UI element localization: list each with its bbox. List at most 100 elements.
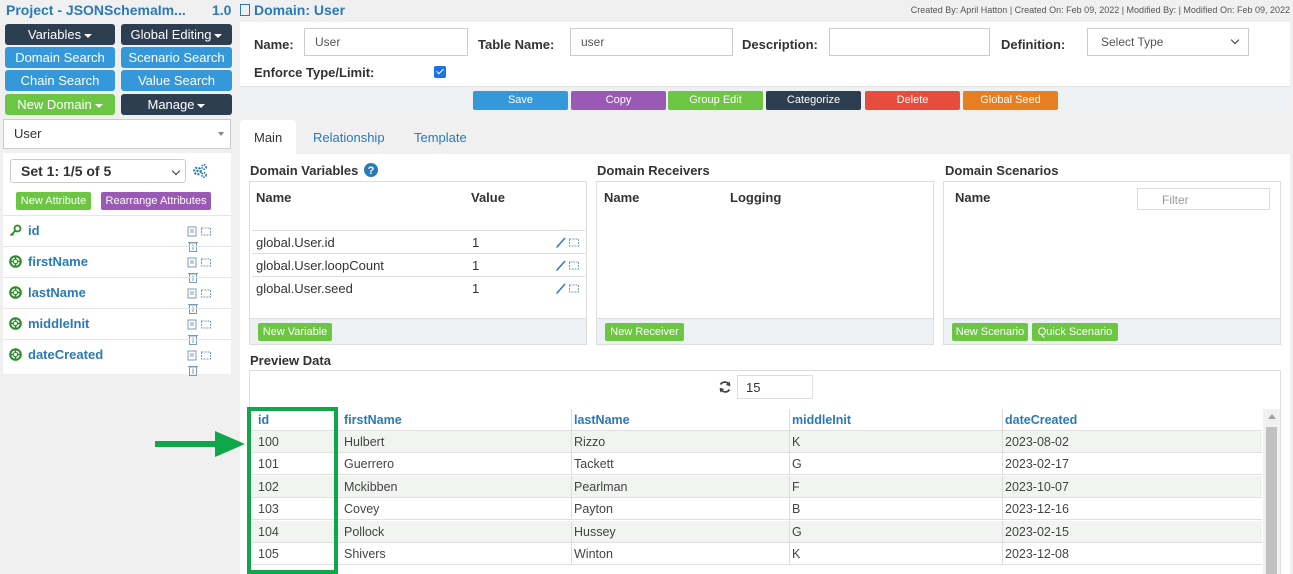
cogs-icon[interactable] [191, 162, 209, 180]
variable-row[interactable]: global.User.loopCount 1 [252, 253, 585, 276]
attribute-name[interactable]: lastName [28, 285, 86, 300]
new-variable-button[interactable]: New Variable [258, 323, 332, 341]
move-icon[interactable] [568, 259, 580, 271]
row-count-input[interactable]: 15 [737, 375, 813, 399]
attribute-name[interactable]: middleInit [28, 316, 89, 331]
set-select[interactable]: Set 1: 1/5 of 5 [10, 159, 186, 183]
scenario-filter-input[interactable]: Filter [1137, 188, 1270, 210]
move-icon[interactable] [568, 282, 580, 294]
attribute-row[interactable]: firstName [3, 246, 231, 283]
move-icon[interactable] [200, 225, 212, 237]
variables-button[interactable]: Variables [5, 24, 115, 45]
grid-row[interactable]: 103 Covey Payton B 2023-12-16 [250, 498, 1262, 521]
delete-button[interactable]: Delete [865, 91, 960, 110]
definition-select[interactable]: Select Type [1087, 28, 1249, 56]
attribute-row[interactable]: dateCreated [3, 339, 231, 376]
variable-name: global.User.loopCount [256, 258, 384, 273]
grid-column-separator [1002, 498, 1003, 521]
grid-cell-middleInit: K [792, 547, 801, 561]
copy-button[interactable]: Copy [571, 91, 666, 110]
rearrange-attributes-button[interactable]: Rearrange Attributes [101, 192, 211, 210]
pencil-icon[interactable] [555, 282, 567, 294]
grid-header-lastName[interactable]: lastName [574, 413, 630, 427]
new-scenario-button[interactable]: New Scenario [952, 323, 1028, 341]
variable-tools [555, 259, 583, 271]
scroll-up-arrow-icon[interactable] [1268, 414, 1276, 419]
grid-cell-dateCreated: 2023-12-16 [1005, 502, 1069, 517]
tab-template[interactable]: Template [400, 120, 481, 154]
grid-column-separator [1002, 520, 1003, 543]
value-search-button[interactable]: Value Search [121, 70, 232, 91]
grid-cell-firstName: Mckibben [344, 479, 398, 494]
move-icon[interactable] [200, 318, 212, 330]
grid-header-firstName[interactable]: firstName [344, 413, 402, 427]
grid-cell-middleInit: K [792, 435, 801, 449]
new-attribute-button[interactable]: New Attribute [16, 192, 91, 210]
grid-row[interactable]: 100 Hulbert Rizzo K 2023-08-02 [250, 431, 1262, 453]
enforce-checkbox[interactable] [434, 66, 446, 78]
scenario-search-button[interactable]: Scenario Search [121, 47, 232, 68]
pencil-icon[interactable] [555, 236, 567, 248]
variable-row[interactable]: global.User.seed 1 [252, 276, 585, 299]
name-input[interactable]: User [304, 28, 468, 56]
grid-cell-lastName: Rizzo [574, 435, 606, 449]
variables-title: Domain Variables ? [250, 163, 379, 178]
grid-header-dateCreated[interactable]: dateCreated [1005, 413, 1077, 427]
copy-icon[interactable] [187, 349, 199, 361]
attribute-name[interactable]: firstName [28, 254, 88, 269]
move-icon[interactable] [200, 287, 212, 299]
new-receiver-button[interactable]: New Receiver [605, 323, 684, 341]
attribute-row[interactable]: middleInit [3, 308, 231, 345]
attribute-name[interactable]: id [28, 223, 40, 238]
trash-icon[interactable] [187, 364, 199, 376]
grid-row[interactable]: 105 Shivers Winton K 2023-12-08 [250, 543, 1262, 565]
refresh-icon[interactable] [718, 380, 732, 394]
grid-row[interactable]: 101 Guerrero Tackett G 2023-02-17 [250, 453, 1262, 476]
variables-title-text: Domain Variables [250, 163, 359, 178]
grid-row[interactable]: 102 Mckibben Pearlman F 2023-10-07 [250, 475, 1262, 498]
domain-select[interactable]: User [3, 119, 231, 149]
variable-row[interactable]: global.User.id 1 [252, 230, 585, 253]
scroll-thumb[interactable] [1266, 427, 1277, 574]
grid-column-separator [1002, 431, 1003, 453]
domain-search-button[interactable]: Domain Search [5, 47, 115, 68]
chain-search-button[interactable]: Chain Search [5, 70, 115, 91]
grid-column-separator [571, 520, 572, 543]
receivers-footer: New Receiver [597, 318, 933, 344]
pencil-icon[interactable] [555, 259, 567, 271]
group-edit-button[interactable]: Group Edit [668, 91, 763, 110]
grid-row[interactable]: 104 Pollock Hussey G 2023-02-15 [250, 520, 1262, 543]
attribute-name[interactable]: dateCreated [28, 347, 103, 362]
move-icon[interactable] [568, 236, 580, 248]
grid-column-separator [789, 431, 790, 453]
project-title[interactable]: Project - JSONSchemaIm... [6, 2, 192, 18]
tab-relationship[interactable]: Relationship [299, 120, 399, 154]
project-header: Project - JSONSchemaIm... 1.0 [0, 0, 237, 22]
copy-icon[interactable] [187, 318, 199, 330]
new-domain-button[interactable]: New Domain [5, 94, 115, 115]
copy-icon[interactable] [187, 287, 199, 299]
caret-down-icon [94, 103, 103, 108]
vertical-scrollbar[interactable] [1263, 409, 1280, 574]
table-name-input[interactable]: user [570, 28, 733, 56]
global-seed-button[interactable]: Global Seed [963, 91, 1058, 110]
description-input[interactable] [829, 28, 990, 56]
move-icon[interactable] [200, 256, 212, 268]
copy-icon[interactable] [187, 256, 199, 268]
help-icon[interactable]: ? [364, 163, 379, 177]
grid-cell-firstName: Hulbert [344, 435, 385, 449]
global-editing-button[interactable]: Global Editing [121, 24, 232, 45]
copy-icon[interactable] [187, 225, 199, 237]
attribute-row[interactable]: id [3, 215, 231, 252]
domain-select-value: User [14, 126, 42, 141]
move-icon[interactable] [200, 349, 212, 361]
manage-button[interactable]: Manage [121, 94, 232, 115]
preview-title: Preview Data [250, 353, 331, 368]
grid-header-middleInit[interactable]: middleInit [792, 413, 851, 427]
save-button[interactable]: Save [473, 91, 568, 110]
categorize-button[interactable]: Categorize [766, 91, 861, 110]
quick-scenario-button[interactable]: Quick Scenario [1032, 323, 1118, 341]
attribute-row[interactable]: lastName [3, 277, 231, 314]
tab-main[interactable]: Main [240, 120, 297, 154]
grid-cell-firstName: Shivers [344, 547, 386, 561]
